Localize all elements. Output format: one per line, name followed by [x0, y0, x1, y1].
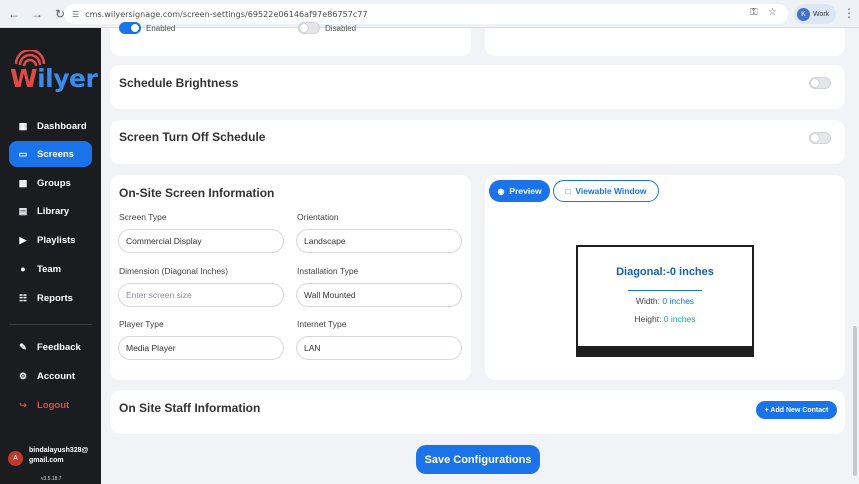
dimension-input[interactable]: Enter screen size: [118, 283, 284, 307]
turn-off-schedule-card: Screen Turn Off Schedule: [110, 120, 845, 164]
sidebar-item-label: Dashboard: [37, 120, 87, 132]
sidebar-item-team[interactable]: ● Team: [9, 256, 92, 282]
url-text: cms.wilyersignage.com/screen-settings/69…: [85, 9, 368, 19]
eye-icon: ◉: [497, 186, 505, 196]
sidebar-item-label: Screens: [37, 148, 74, 160]
screen-icon: ▭: [18, 148, 28, 159]
orientation-field[interactable]: Landscape: [296, 229, 462, 253]
profile-avatar: K: [797, 7, 810, 21]
save-configurations-button[interactable]: Save Configurations: [416, 445, 540, 474]
staff-info-card: On Site Staff Information: [110, 390, 845, 434]
back-icon[interactable]: ←: [4, 4, 24, 24]
library-icon: ▤: [18, 205, 28, 216]
site-settings-icon[interactable]: ☰: [72, 10, 79, 19]
viewable-window-button[interactable]: □ Viewable Window: [553, 180, 659, 202]
turn-off-schedule-toggle[interactable]: [809, 132, 831, 144]
screen-type-field[interactable]: Commercial Display: [118, 229, 284, 253]
sidebar-item-label: Logout: [37, 399, 70, 411]
installation-type-label: Installation Type: [297, 266, 359, 276]
key-icon[interactable]: ⚿: [750, 7, 758, 18]
groups-icon: ▩: [18, 177, 28, 188]
sidebar-item-label: Account: [37, 370, 75, 382]
bookmark-star-icon[interactable]: ☆: [768, 7, 777, 18]
sidebar-item-dashboard[interactable]: ▦ Dashboard: [9, 113, 92, 139]
reports-icon: ☷: [18, 292, 28, 303]
page-scrollbar[interactable]: [853, 326, 857, 476]
turn-off-schedule-title: Screen Turn Off Schedule: [119, 130, 266, 144]
sidebar-item-label: Playlists: [37, 234, 76, 246]
enabled-toggle[interactable]: [119, 22, 141, 34]
sidebar-item-feedback[interactable]: ✎ Feedback: [9, 334, 92, 360]
avatar: A: [8, 451, 23, 466]
sidebar-item-library[interactable]: ▤ Library: [9, 198, 92, 224]
sidebar-item-playlists[interactable]: ▶ Playlists: [9, 227, 92, 253]
orientation-label: Orientation: [297, 212, 339, 222]
sidebar-item-logout[interactable]: ↪ Logout: [9, 392, 92, 418]
sidebar-divider: [9, 324, 92, 325]
sidebar-item-account[interactable]: ⚙ Account: [9, 363, 92, 389]
team-icon: ●: [20, 264, 26, 274]
playlist-icon: ▶: [19, 234, 27, 245]
sidebar-item-label: Library: [37, 205, 70, 217]
profile-label: Work: [813, 10, 830, 18]
top-settings-card-left: Enabled Disabled: [110, 22, 471, 56]
profile-chip[interactable]: K Work: [794, 4, 836, 24]
width-readout: Width: 0 inches: [635, 296, 695, 306]
sidebar-item-label: Team: [37, 263, 62, 275]
app-version: v3.5.18.7: [41, 476, 62, 482]
schedule-brightness-title: Schedule Brightness: [119, 76, 239, 90]
internet-type-label: Internet Type: [297, 319, 347, 329]
onsite-info-title: On-Site Screen Information: [119, 186, 275, 200]
disabled-toggle[interactable]: [298, 22, 320, 34]
schedule-brightness-card: Schedule Brightness: [110, 65, 845, 109]
preview-button[interactable]: ◉ Preview: [489, 180, 550, 202]
screen-preview-bezel: [576, 346, 754, 357]
sidebar: Wilyer ▦ Dashboard ▭ Screens ▩ Groups ▤ …: [0, 28, 101, 484]
user-email: bindalayush328@gmail.com: [29, 447, 89, 464]
sidebar-item-reports[interactable]: ☷ Reports: [9, 285, 92, 311]
browser-menu-icon[interactable]: ⋮: [843, 6, 855, 20]
sidebar-item-groups[interactable]: ▩ Groups: [9, 170, 92, 196]
diagonal-divider: [628, 290, 702, 291]
player-type-field[interactable]: Media Player: [118, 336, 284, 360]
onsite-info-card: On-Site Screen Information Screen Type C…: [110, 175, 471, 380]
player-type-label: Player Type: [119, 319, 164, 329]
sidebar-item-label: Groups: [37, 177, 71, 189]
diagonal-readout: Diagonal:-0 inches: [616, 266, 714, 278]
disabled-label: Disabled: [325, 24, 357, 33]
schedule-brightness-toggle[interactable]: [809, 77, 831, 89]
installation-type-field[interactable]: Wall Mounted: [296, 283, 462, 307]
sidebar-item-screens[interactable]: ▭ Screens: [9, 141, 92, 167]
gear-icon: ⚙: [18, 370, 28, 381]
add-contact-button[interactable]: + Add New Contact: [756, 401, 837, 419]
height-readout: Height: 0 inches: [634, 314, 696, 324]
user-profile[interactable]: A bindalayush328@gmail.com: [8, 446, 91, 466]
dimension-label: Dimension (Diagonal Inches): [119, 266, 229, 276]
enabled-label: Enabled: [146, 24, 176, 33]
feedback-icon: ✎: [19, 341, 27, 352]
internet-type-field[interactable]: LAN: [296, 336, 462, 360]
sidebar-item-label: Feedback: [37, 341, 81, 353]
dashboard-icon: ▦: [18, 120, 28, 131]
wilyer-logo[interactable]: Wilyer: [10, 64, 98, 93]
address-bar[interactable]: ☰ cms.wilyersignage.com/screen-settings/…: [64, 4, 788, 24]
screen-type-label: Screen Type: [119, 212, 167, 222]
forward-icon[interactable]: →: [27, 4, 47, 24]
staff-info-title: On Site Staff Information: [119, 401, 261, 415]
sidebar-item-label: Reports: [37, 292, 73, 304]
top-settings-card-right: [485, 28, 845, 56]
window-icon: □: [565, 186, 571, 196]
logout-icon: ↪: [19, 399, 27, 410]
